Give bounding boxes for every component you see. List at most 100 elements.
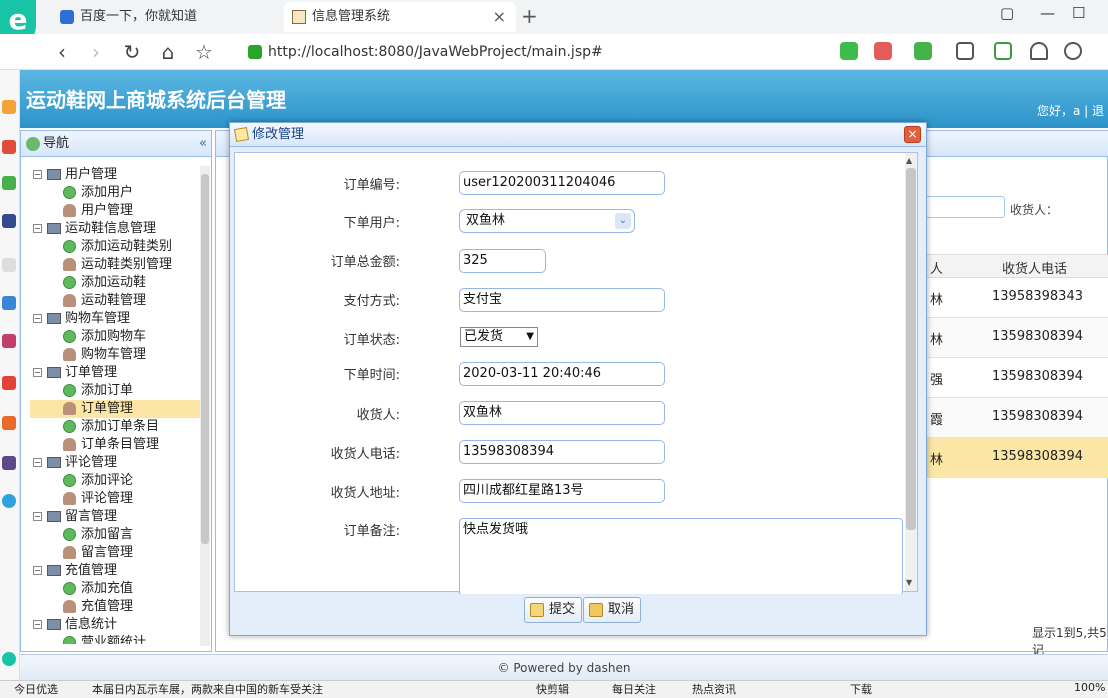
status-item[interactable]: 今日优选 (14, 681, 58, 697)
collapse-toggle-icon[interactable]: − (33, 620, 42, 629)
collapse-toggle-icon[interactable]: − (33, 368, 42, 377)
maximize-icon[interactable]: ☐ (1072, 4, 1085, 22)
money-icon[interactable] (914, 42, 932, 60)
tree-item[interactable]: 评论管理 (30, 490, 200, 508)
browser-tab-baidu[interactable]: 百度一下，你就知道 (52, 2, 282, 32)
dialog-close-button[interactable]: × (904, 126, 921, 143)
scissors-icon[interactable] (874, 42, 892, 60)
user-greeting[interactable]: 您好，a | 退 (1037, 102, 1104, 119)
tree-item[interactable]: 添加订单条目 (30, 418, 200, 436)
order-no-input[interactable]: user120200311204046 (459, 171, 665, 195)
tree-item[interactable]: 添加订单 (30, 382, 200, 400)
forward-icon[interactable]: › (84, 40, 108, 64)
payment-label: 支付方式: (343, 294, 400, 309)
collapse-toggle-icon[interactable]: − (33, 224, 42, 233)
tree-item[interactable]: 添加运动鞋类别 (30, 238, 200, 256)
collapse-toggle-icon[interactable]: − (33, 458, 42, 467)
status-select[interactable]: 已发货 ▼ (460, 327, 538, 347)
tree-group[interactable]: − 运动鞋信息管理 (30, 220, 200, 238)
tree-group[interactable]: − 订单管理 (30, 364, 200, 382)
dock-app-icon[interactable] (2, 652, 16, 666)
status-item[interactable]: 每日关注 (612, 681, 656, 697)
browser-tab-active[interactable]: 信息管理系统 × (284, 2, 516, 32)
tree-item[interactable]: 添加用户 (30, 184, 200, 202)
tree-item[interactable]: 充值管理 (30, 598, 200, 616)
skin-icon[interactable]: ▢ (1000, 4, 1014, 22)
tab-close-icon[interactable]: × (493, 2, 506, 32)
receiver-address-input[interactable]: 四川成都红星路13号 (459, 479, 665, 503)
tree-group[interactable]: − 用户管理 (30, 166, 200, 184)
receiver-input[interactable]: 双鱼林 (459, 401, 665, 425)
tree-group[interactable]: − 购物车管理 (30, 310, 200, 328)
tree-item[interactable]: 用户管理 (30, 202, 200, 220)
collapse-toggle-icon[interactable]: − (33, 566, 42, 575)
undo-icon[interactable] (1064, 42, 1082, 60)
tree-group[interactable]: − 留言管理 (30, 508, 200, 526)
extension-icon[interactable] (840, 42, 858, 60)
submit-button[interactable]: 提交 (524, 597, 583, 623)
user-select[interactable]: 双鱼林 ⌄ (459, 209, 635, 233)
dock-app-icon[interactable] (2, 296, 16, 310)
tree-item[interactable]: 添加运动鞋 (30, 274, 200, 292)
tree-item[interactable]: 订单管理 (30, 400, 200, 418)
column-header[interactable]: 收货人电话 (1002, 258, 1067, 277)
tree-item[interactable]: 添加充值 (30, 580, 200, 598)
status-item[interactable]: 快剪辑 (536, 681, 569, 697)
tree-item[interactable]: 添加评论 (30, 472, 200, 490)
tree-item[interactable]: 留言管理 (30, 544, 200, 562)
tree-item[interactable]: 运动鞋管理 (30, 292, 200, 310)
remark-textarea[interactable]: 快点发货哦 (459, 518, 903, 596)
new-tab-icon[interactable]: + (521, 4, 538, 28)
dock-app-icon[interactable] (2, 456, 16, 470)
tree-item[interactable]: 添加留言 (30, 526, 200, 544)
sidebar-scroll-thumb[interactable] (201, 174, 209, 544)
column-header[interactable]: 人 (930, 258, 943, 277)
chevron-down-icon[interactable]: ⌄ (615, 213, 631, 229)
collapse-toggle-icon[interactable]: − (33, 314, 42, 323)
tree-group[interactable]: − 评论管理 (30, 454, 200, 472)
receiver-phone-input[interactable]: 13598308394 (459, 440, 665, 464)
tree-item[interactable]: 订单条目管理 (30, 436, 200, 454)
dock-app-icon[interactable] (2, 494, 16, 508)
tree-group[interactable]: − 信息统计 (30, 616, 200, 634)
dock-app-icon[interactable] (2, 416, 16, 430)
apps-grid-icon[interactable] (956, 42, 974, 60)
back-icon[interactable]: ‹ (50, 40, 74, 64)
dialog-title-bar[interactable]: 修改管理 (230, 123, 926, 147)
dialog-scroll-thumb[interactable] (906, 168, 916, 530)
dock-app-icon[interactable] (2, 100, 16, 114)
dock-app-icon[interactable] (2, 376, 16, 390)
tree-item[interactable]: 营业额统计 (30, 634, 200, 644)
total-input[interactable]: 325 (459, 249, 546, 273)
tree-item[interactable]: 购物车管理 (30, 346, 200, 364)
tree-item[interactable]: 运动鞋类别管理 (30, 256, 200, 274)
status-news[interactable]: 本届日内瓦示车展，两款来自中国的新车受关注 (92, 681, 323, 697)
add-circle-icon (63, 420, 76, 433)
collapse-toggle-icon[interactable]: − (33, 512, 42, 521)
collapse-icon[interactable]: « (199, 131, 207, 157)
payment-input[interactable]: 支付宝 (459, 288, 665, 312)
scroll-up-icon[interactable]: ▲ (906, 156, 912, 165)
cancel-button[interactable]: 取消 (583, 597, 642, 623)
order-time-input[interactable]: 2020-03-11 20:40:46 (459, 362, 665, 386)
zoom-level[interactable]: 100% (1074, 681, 1105, 694)
dock-app-icon[interactable] (2, 214, 16, 228)
status-item[interactable]: 下载 (850, 681, 872, 697)
url-bar[interactable]: http://localhost:8080/JavaWebProject/mai… (248, 40, 828, 64)
minimize-icon[interactable]: — (1040, 4, 1055, 22)
search-input[interactable] (925, 196, 1005, 218)
dock-app-icon[interactable] (2, 258, 16, 272)
dock-app-icon[interactable] (2, 334, 16, 348)
tree-group[interactable]: − 充值管理 (30, 562, 200, 580)
scroll-down-icon[interactable]: ▼ (906, 578, 912, 587)
reload-icon[interactable]: ↻ (120, 40, 144, 64)
dock-weibo-icon[interactable] (2, 140, 16, 154)
dock-app-icon[interactable] (2, 176, 16, 190)
status-item[interactable]: 热点资讯 (692, 681, 736, 697)
collapse-toggle-icon[interactable]: − (33, 170, 42, 179)
tree-item[interactable]: 添加购物车 (30, 328, 200, 346)
headphones-icon[interactable] (1030, 42, 1048, 60)
home-icon[interactable]: ⌂ (156, 40, 180, 64)
favorite-star-icon[interactable]: ☆ (192, 40, 216, 64)
battery-icon[interactable] (994, 42, 1012, 60)
